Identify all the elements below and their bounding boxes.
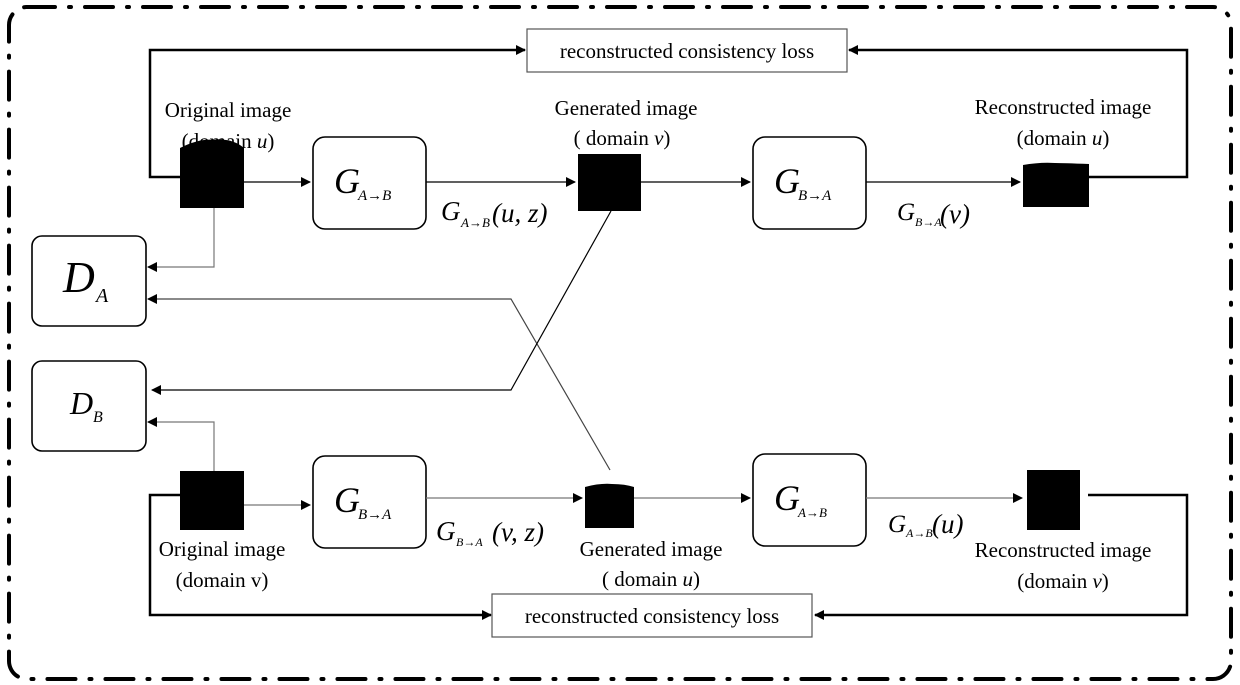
svg-text:G: G [436, 516, 456, 546]
top-original-label: Original image (domain u) [165, 98, 292, 153]
generator-top-a-to-b [312, 136, 427, 230]
bottom-original-image [180, 471, 244, 530]
bottom-original-label: Original image (domain v) [159, 537, 286, 592]
generator-bottom-b-to-a [312, 455, 427, 549]
svg-text:D: D [62, 253, 95, 302]
svg-text:Generated image: Generated image [580, 537, 723, 561]
svg-text:(domain u): (domain u) [1017, 126, 1110, 150]
top-loss-label: reconstructed consistency loss [560, 39, 814, 63]
svg-text:B→A: B→A [456, 535, 483, 549]
svg-text:Reconstructed image: Reconstructed image [975, 95, 1152, 119]
generator-top-b-to-a [752, 136, 867, 230]
svg-text:G: G [441, 196, 461, 226]
svg-text:A: A [94, 285, 109, 307]
svg-text:Generated image: Generated image [555, 96, 698, 120]
bottom-generated-label: Generated image ( domain u) [580, 537, 723, 591]
bottom-reconstructed-label: Reconstructed image (domain v) [975, 538, 1152, 593]
generator-bottom-a-to-b [752, 453, 867, 547]
svg-text:(domain v): (domain v) [176, 568, 269, 592]
top-generated-label: Generated image ( domain v) [555, 96, 698, 150]
top-reconstructed-image [1023, 162, 1089, 207]
bottom-reconstructed-image [1027, 470, 1080, 530]
svg-text:(u): (u) [932, 509, 963, 539]
svg-text:B: B [93, 409, 103, 426]
edge-top-original-to-da [147, 208, 215, 272]
svg-text:Original image: Original image [165, 98, 292, 122]
svg-text:(domain v): (domain v) [1017, 569, 1109, 593]
svg-text:A→B: A→B [797, 505, 827, 520]
svg-text:( domain u): ( domain u) [602, 567, 700, 591]
svg-text:G: G [334, 480, 360, 520]
svg-text:G: G [897, 199, 915, 226]
edge-bottom-generated-to-da [147, 294, 611, 471]
svg-text:B→A: B→A [358, 507, 392, 523]
svg-text:G: G [774, 161, 800, 201]
svg-text:Reconstructed image: Reconstructed image [975, 538, 1152, 562]
svg-text:(domain u): (domain u) [182, 129, 275, 153]
svg-text:( domain v): ( domain v) [574, 126, 671, 150]
top-generated-image [578, 154, 641, 211]
svg-text:B→A: B→A [798, 188, 832, 204]
svg-text:G: G [334, 161, 360, 201]
svg-text:G: G [888, 511, 906, 538]
svg-text:B→A: B→A [915, 215, 942, 229]
svg-text:A→B: A→B [460, 215, 490, 230]
svg-text:(v, z): (v, z) [492, 517, 544, 547]
svg-text:G: G [774, 478, 800, 518]
svg-text:(u, z): (u, z) [492, 198, 548, 228]
bottom-loss-label: reconstructed consistency loss [525, 604, 779, 628]
svg-text:(v): (v) [940, 199, 970, 229]
top-reconstructed-label: Reconstructed image (domain u) [975, 95, 1152, 150]
edge-label-bottom-gen: G B→A (v, z) [436, 516, 544, 549]
edge-bottom-original-to-db [147, 417, 215, 471]
svg-text:A→B: A→B [905, 526, 933, 540]
edge-label-top-rec: G B→A (v) [897, 199, 970, 229]
svg-text:D: D [69, 385, 93, 421]
svg-text:A→B: A→B [357, 188, 391, 204]
architecture-diagram: reconstructed consistency loss Original … [7, 5, 1233, 681]
svg-text:Original image: Original image [159, 537, 286, 561]
edge-label-bottom-rec: G A→B (u) [888, 509, 963, 540]
edge-label-top-gen: G A→B (u, z) [441, 196, 548, 230]
edge-top-generated-to-db [151, 210, 612, 395]
bottom-generated-image [585, 483, 634, 528]
